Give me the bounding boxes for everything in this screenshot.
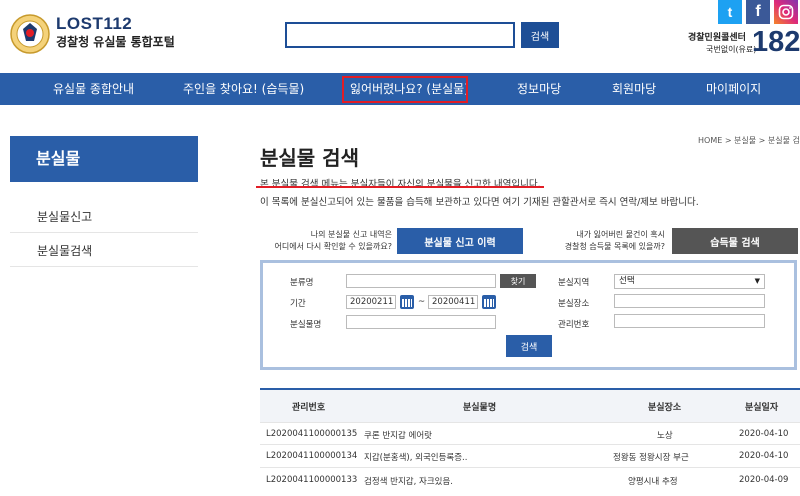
cell-item-name[interactable]: 검정색 반지갑, 자크있음. bbox=[364, 475, 453, 487]
cell-date: 2020-04-10 bbox=[739, 451, 789, 461]
cell-place: 정왕동 정왕시장 부근 bbox=[613, 453, 689, 463]
label-manage-no: 관리번호 bbox=[558, 320, 590, 330]
nav-item-info[interactable]: 정보마당 bbox=[517, 73, 561, 105]
calendar-to-icon[interactable] bbox=[482, 295, 496, 309]
call-number: 182 bbox=[752, 26, 800, 58]
call-center-label: 경찰민원콜센터 bbox=[688, 33, 746, 43]
th-item-name: 분실물명 bbox=[463, 403, 497, 413]
found-items-search-button[interactable]: 습득물 검색 bbox=[672, 228, 798, 254]
description-line-2: 이 목록에 분실신고되어 있는 물품을 습득해 보관하고 있다면 여기 기재된 … bbox=[260, 197, 699, 208]
nav-item-found-items[interactable]: 주인을 찾아요! (습득물) bbox=[183, 73, 304, 105]
sidebar-divider bbox=[10, 266, 198, 267]
category-find-button[interactable]: 찾기 bbox=[500, 274, 536, 288]
category-input[interactable] bbox=[346, 274, 496, 288]
cell-item-name[interactable]: 쿠론 반지갑 에어랏 bbox=[364, 429, 432, 441]
call-free-label: 국번없이(유료) bbox=[706, 45, 757, 54]
date-to-input[interactable]: 20200411 bbox=[428, 295, 478, 309]
instagram-icon[interactable] bbox=[774, 0, 798, 24]
row-divider bbox=[260, 422, 800, 423]
form-search-button[interactable]: 검색 bbox=[506, 335, 552, 357]
manage-no-input[interactable] bbox=[614, 314, 765, 328]
place-input[interactable] bbox=[614, 294, 765, 308]
sidebar-title: 분실물 bbox=[10, 136, 198, 182]
date-separator: ~ bbox=[418, 297, 426, 307]
cell-place: 노상 bbox=[657, 431, 673, 441]
cell-date: 2020-04-10 bbox=[739, 429, 789, 439]
th-manage-no: 관리번호 bbox=[292, 403, 326, 413]
instagram-glyph-icon bbox=[778, 4, 794, 20]
item-name-input[interactable] bbox=[346, 315, 496, 329]
sidebar-divider bbox=[10, 232, 198, 233]
label-region: 분실지역 bbox=[558, 278, 590, 288]
date-from-input[interactable]: 20200211 bbox=[346, 295, 396, 309]
th-date: 분실일자 bbox=[745, 403, 779, 413]
logo-title[interactable]: LOST112 bbox=[56, 14, 132, 34]
header-search-button[interactable]: 검색 bbox=[521, 22, 559, 48]
twitter-icon[interactable]: t bbox=[718, 0, 742, 24]
header-search-input[interactable] bbox=[285, 22, 515, 48]
header: LOST112 경찰청 유실물 통합포털 검색 t f 경찰민원콜센터 국번없이… bbox=[0, 0, 800, 73]
table-header bbox=[260, 390, 800, 422]
ask-found-line-1: 내가 잃어버린 물건이 혹시 bbox=[576, 230, 665, 239]
cell-manage-no[interactable]: L2020041100000135 bbox=[266, 429, 357, 439]
cell-date: 2020-04-09 bbox=[739, 475, 789, 485]
page-title: 분실물 검색 bbox=[260, 146, 359, 170]
breadcrumb: HOME > 분실물 > 분실물 검색 bbox=[698, 136, 800, 145]
ask-found-line-2: 경찰청 습득물 목록에 있을까? bbox=[564, 242, 665, 251]
description-underline bbox=[256, 186, 544, 188]
ask-found-text: 내가 잃어버린 물건이 혹시 경찰청 습득물 목록에 있을까? bbox=[565, 229, 665, 253]
region-select[interactable]: 선택 ▼ bbox=[614, 274, 765, 289]
police-emblem-icon[interactable] bbox=[10, 14, 50, 54]
label-period: 기간 bbox=[290, 299, 306, 309]
label-item-name: 분실물명 bbox=[290, 320, 322, 330]
cell-place: 양평시내 추정 bbox=[628, 477, 678, 487]
ask-history-text: 나의 분실물 신고 내역은 어디에서 다시 확인할 수 있을까요? bbox=[275, 229, 392, 253]
caret-down-icon: ▼ bbox=[754, 277, 760, 285]
nav-item-guide[interactable]: 유실물 종합안내 bbox=[53, 73, 134, 105]
label-place: 분실장소 bbox=[558, 299, 590, 309]
nav-item-mypage[interactable]: 마이페이지 bbox=[706, 73, 761, 105]
region-select-value: 선택 bbox=[619, 276, 635, 286]
ask-history-line-1: 나의 분실물 신고 내역은 bbox=[310, 230, 392, 239]
sidebar-item-lost-report[interactable]: 분실물신고 bbox=[37, 208, 92, 225]
cell-manage-no[interactable]: L2020041100000133 bbox=[266, 475, 357, 485]
row-divider bbox=[260, 467, 800, 468]
lost-report-history-button[interactable]: 분실물 신고 이력 bbox=[397, 228, 523, 254]
cell-item-name[interactable]: 지갑(분홍색), 외국인등록증.. bbox=[364, 451, 467, 463]
ask-history-line-2: 어디에서 다시 확인할 수 있을까요? bbox=[274, 242, 392, 251]
label-category: 분류명 bbox=[290, 278, 314, 288]
facebook-icon[interactable]: f bbox=[746, 0, 770, 24]
sidebar-item-lost-search[interactable]: 분실물검색 bbox=[37, 242, 92, 259]
cell-manage-no[interactable]: L2020041100000134 bbox=[266, 451, 357, 461]
calendar-from-icon[interactable] bbox=[400, 295, 414, 309]
nav-active-highlight bbox=[342, 76, 468, 103]
th-place: 분실장소 bbox=[648, 403, 682, 413]
row-divider bbox=[260, 444, 800, 445]
nav-item-members[interactable]: 회원마당 bbox=[612, 73, 656, 105]
logo-subtitle[interactable]: 경찰청 유실물 통합포털 bbox=[56, 33, 175, 50]
